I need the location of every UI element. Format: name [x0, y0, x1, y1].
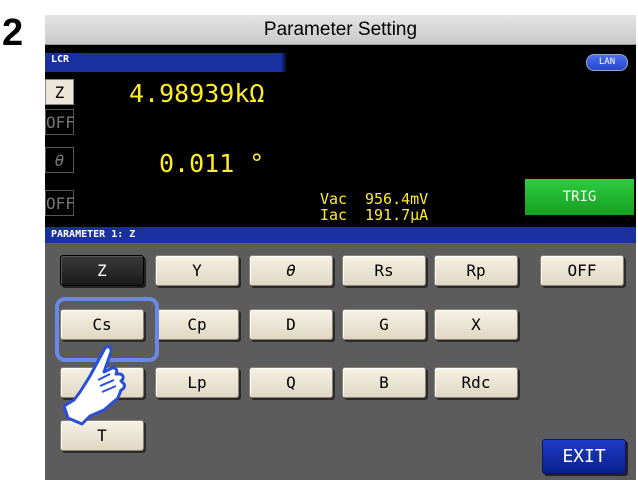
key-rs[interactable]: Rs [342, 255, 426, 286]
key-cp[interactable]: Cp [155, 309, 239, 340]
key-rp[interactable]: Rp [434, 255, 518, 286]
trig-button[interactable]: TRIG [525, 179, 634, 215]
key-rdc[interactable]: Rdc [434, 367, 518, 398]
exit-button[interactable]: EXIT [542, 439, 626, 474]
key-d[interactable]: D [249, 309, 333, 340]
key-lp[interactable]: Lp [155, 367, 239, 398]
key-q[interactable]: Q [249, 367, 333, 398]
key-y[interactable]: Y [155, 255, 239, 286]
iac-value: 191.7μA [365, 206, 429, 224]
param4-button[interactable]: OFF [45, 190, 75, 216]
lan-badge: LAN [586, 54, 628, 71]
mode-bar: LCR LAN [45, 53, 636, 72]
key-b[interactable]: B [342, 367, 426, 398]
key-z[interactable]: Z [60, 255, 144, 286]
key-off[interactable]: OFF [540, 255, 624, 286]
page-title: Parameter Setting [263, 18, 418, 40]
param1-button[interactable]: Z [45, 79, 74, 105]
param3-button[interactable]: θ [45, 147, 74, 173]
step-number: 2 [2, 12, 24, 54]
monitor-readout: Vac 956.4mV Iac 191.7μA [320, 191, 428, 223]
param3-value: 0.011 ° [159, 149, 265, 178]
key-x[interactable]: X [434, 309, 518, 340]
instrument-screen: LCR LAN Z 4.98939kΩ OFF θ 0.011 ° OFF Va… [45, 45, 636, 480]
param2-button[interactable]: OFF [45, 109, 75, 135]
parameter-bar: PARAMETER 1: Z [45, 227, 636, 243]
iac-label: Iac [320, 206, 348, 224]
title-bar: Parameter Setting [45, 15, 636, 45]
vac-label: Vac [320, 190, 348, 208]
pointing-hand-icon [62, 345, 126, 426]
param1-value: 4.98939kΩ [129, 79, 265, 108]
key-theta[interactable]: θ [249, 255, 333, 286]
mode-label: LCR [51, 54, 70, 65]
key-g[interactable]: G [342, 309, 426, 340]
